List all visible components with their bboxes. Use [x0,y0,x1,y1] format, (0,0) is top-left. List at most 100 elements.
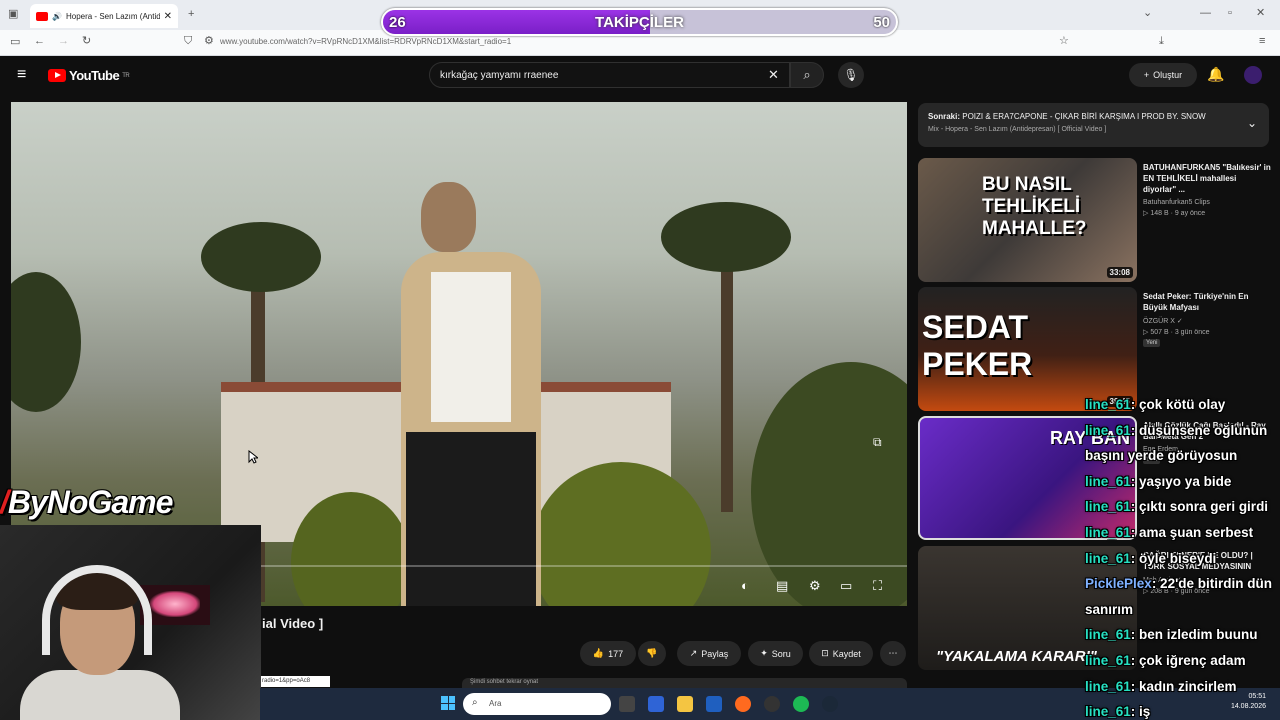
subtitles-icon[interactable]: ▤ [776,578,788,594]
shield-icon[interactable]: ⛉ [184,36,192,47]
chat-username: line_61 [1085,627,1131,643]
youtube-logo-text: YouTube [69,68,120,83]
like-count: 177 [608,648,624,659]
palm-trunk [721,252,733,512]
close-tab-icon[interactable]: ✕ [164,11,172,22]
video-duration: 33:08 [1106,267,1133,278]
start-button[interactable] [441,696,455,710]
video-thumbnail[interactable]: BU NASIL TEHLİKELİ MAHALLE? 33:08 [918,158,1137,282]
menu-icon[interactable]: ≡ [1259,36,1265,47]
streamer-shirt [20,670,180,720]
chevron-down-icon[interactable]: ⌄ [1143,8,1152,19]
recommendation-item[interactable]: BU NASIL TEHLİKELİ MAHALLE? 33:08 BATUHA… [918,158,1271,282]
chat-message: başını yerde görüyosun [1085,448,1237,463]
video-thumbnail[interactable]: SEDAT PEKER 39:45 [918,287,1137,411]
youtube-favicon-icon [36,11,48,21]
store-icon[interactable] [706,696,722,712]
sparkle-icon: ✦ [760,648,768,658]
notifications-bell-icon[interactable]: 🔔 [1207,66,1224,83]
chat-text: : düşünsene oğlunun [1130,422,1268,438]
sidebar-icon[interactable]: ▭ [10,37,20,48]
clock-date: 14.08.2026 [1230,703,1266,710]
ask-button[interactable]: ✦ Soru [748,641,803,666]
chat-username: line_61 [1085,704,1131,720]
chevron-down-icon[interactable]: ⌄ [1247,116,1257,130]
search-button[interactable]: ⌕ [790,62,824,88]
create-button[interactable]: + Oluştur [1129,63,1197,87]
up-next-prefix: Sonraki: [928,112,961,121]
chat-message: line_61: çok kötü olay [1085,397,1225,412]
bookmark-star-icon[interactable]: ☆ [1059,36,1069,47]
chat-message: line_61: çıktı sonra geri girdi [1085,499,1268,514]
channel-name[interactable]: ÖZGÜR X ✓ [1143,317,1271,325]
chat-message: line_61: öyle biseydi [1085,551,1216,566]
chat-message: line_61: düşünsene oğlunun [1085,423,1267,438]
live-chat-replay[interactable]: Şimdi sohbet tekrar oynat [462,678,907,688]
system-clock[interactable]: 05:51 14.08.2026 [1216,692,1266,712]
audio-icon[interactable]: 🔊 [52,12,62,21]
back-icon[interactable]: ← [34,36,45,47]
bookmark-icon: ⊡ [821,648,829,658]
copilot-icon[interactable] [648,696,664,712]
up-next-playlist: Mix - Hopera - Sen Lazım (Antidepresan) … [928,126,1107,133]
create-label: Oluştur [1153,70,1183,80]
region-code: TR [122,72,130,79]
youtube-logo[interactable]: YouTube TR [48,68,130,83]
site-info-icon[interactable]: ⚙ [204,36,214,47]
person-shirt [431,272,511,422]
download-icon[interactable]: ⤓ [1159,36,1164,47]
close-window-icon[interactable]: ✕ [1256,8,1265,19]
chat-username: line_61 [1085,550,1131,566]
settings-gear-icon[interactable]: ⚙ [809,578,821,594]
recommendation-item[interactable]: SEDAT PEKER 39:45 Sedat Peker: Türkiye'n… [918,287,1270,411]
video-title[interactable]: BATUHANFURKAN5 "Balıkesir' in EN TEHLİKE… [1143,162,1271,195]
steam-icon[interactable] [822,696,838,712]
save-button[interactable]: ⊡ Kaydet [809,641,873,666]
youtube-play-icon [48,69,66,82]
up-next-panel[interactable]: Sonraki: POIZI & ERA7CAPONE - ÇIKAR BİRİ… [918,103,1269,147]
followers-label: TAKİPÇİLER [595,14,684,31]
chat-username: line_61 [1085,397,1131,412]
chat-text: : çıktı sonra geri girdi [1130,499,1269,515]
more-actions-button[interactable]: ⋯ [880,641,906,666]
chat-text: : iş [1130,704,1151,720]
avatar[interactable] [1244,66,1262,84]
video-meta: ▷ 148 B · 9 ay önce [1143,210,1206,217]
obs-icon[interactable] [764,696,780,712]
new-tab-icon[interactable]: + [188,9,194,20]
thumbnail-text: SEDAT PEKER [922,309,1033,382]
browser-tab[interactable]: 🔊 Hopera - Sen Lazım (Antide ✕ [30,4,178,28]
voice-search-button[interactable]: 🎙 [838,62,864,88]
chat-username: line_61 [1085,422,1131,438]
autoplay-toggle-icon[interactable]: ◐ [741,578,749,593]
minimize-icon[interactable]: — [1200,8,1211,19]
task-view-icon[interactable] [619,696,635,712]
fullscreen-icon[interactable]: ⛶ [873,578,882,594]
file-explorer-icon[interactable] [677,696,693,712]
person-pants [406,432,536,606]
miniplayer-icon[interactable]: ⧉ [873,435,882,450]
clear-search-icon[interactable]: ✕ [768,67,779,83]
maximize-icon[interactable]: ▫ [1228,8,1232,19]
chat-message: sanırım [1085,602,1133,617]
tab-list-icon[interactable]: ▣ [8,9,18,20]
share-button[interactable]: ↗ Paylaş [677,641,741,666]
dislike-button[interactable]: 👎 [638,641,666,666]
hamburger-menu-icon[interactable]: ≡ [17,66,26,84]
share-label: Paylaş [701,648,729,659]
reload-icon[interactable]: ↻ [82,36,91,47]
like-button[interactable]: 👍 177 [580,641,636,666]
channel-name[interactable]: Batuhanfurkan5 Clips [1143,199,1271,206]
spotify-icon[interactable] [793,696,809,712]
chat-username: line_61 [1085,653,1131,668]
firefox-icon[interactable] [735,696,751,712]
taskbar-search[interactable]: Ara [463,693,611,715]
forward-icon[interactable]: → [58,36,69,47]
video-title[interactable]: Sedat Peker: Türkiye'nin En Büyük Mafyas… [1143,291,1271,313]
theater-mode-icon[interactable]: ▭ [840,578,852,594]
streamer-webcam [0,525,261,720]
url-text[interactable]: www.youtube.com/watch?v=RVpRNcD1XM&list=… [220,37,511,46]
brand-text: ByNoGame [7,484,173,520]
palm-crown [201,222,321,292]
search-input[interactable]: kırkağaç yamyamı rraenee [429,62,790,88]
